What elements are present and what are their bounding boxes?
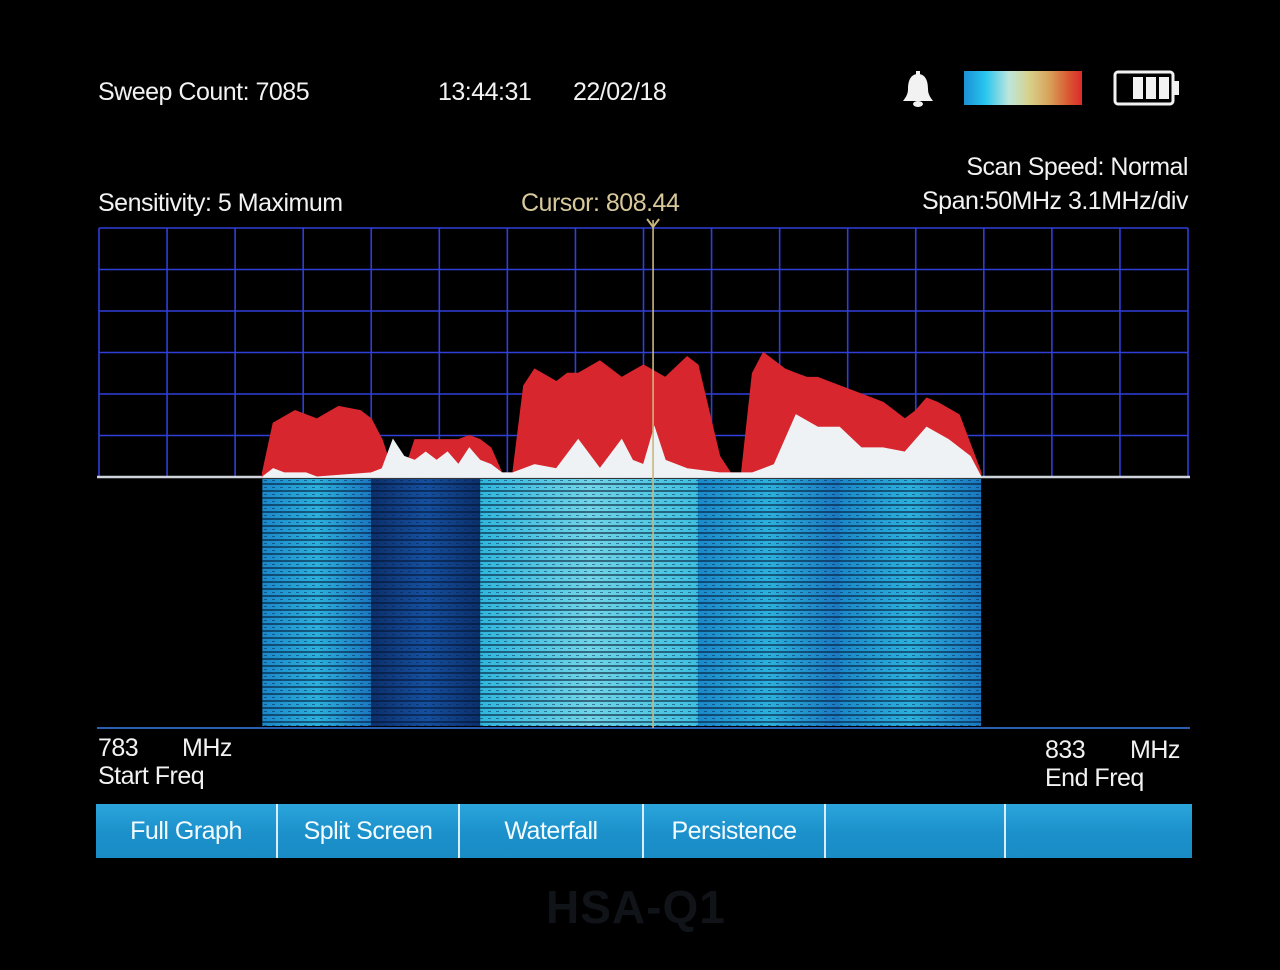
- persistence-button[interactable]: Persistence: [644, 804, 826, 858]
- battery-cell: [1133, 77, 1143, 99]
- waterfall-band: [371, 479, 481, 726]
- clock-date: 22/02/18: [573, 78, 667, 106]
- menu-slot-6-button[interactable]: [1006, 804, 1192, 858]
- sweep-count: Sweep Count: 7085: [98, 78, 310, 106]
- menu-slot-5-button[interactable]: [826, 804, 1006, 858]
- start-freq-value[interactable]: 783: [98, 734, 139, 763]
- cursor-readout: Cursor: 808.44: [521, 189, 680, 217]
- span-info: Span:50MHz 3.1MHz/div: [921, 187, 1189, 215]
- bell-icon[interactable]: [898, 70, 938, 110]
- battery-icon: [1113, 70, 1179, 106]
- start-freq-unit: MHz: [182, 734, 232, 762]
- cursor-marker[interactable]: [646, 218, 660, 728]
- cursor-marker-arrow: [646, 218, 660, 229]
- spectrum-average-area: [262, 414, 982, 478]
- waterfall: [262, 479, 982, 726]
- sensitivity: Sensitivity: 5 Maximum: [98, 189, 343, 217]
- end-freq-unit: MHz: [1130, 736, 1180, 764]
- waterfall-band: [480, 479, 698, 726]
- scan-speed: Scan Speed: Normal: [966, 153, 1188, 181]
- spectrum-peak-area: [261, 351, 982, 478]
- start-freq-label: Start Freq: [98, 762, 205, 790]
- waterfall-band-texture: [262, 479, 372, 726]
- display-mode-menu: Full Graph Split Screen Waterfall Persis…: [96, 804, 1192, 858]
- split-screen-button[interactable]: Split Screen: [278, 804, 460, 858]
- color-scale-icon: [964, 71, 1082, 105]
- spectrum-grid: [97, 227, 1190, 729]
- end-freq-value[interactable]: 833: [1045, 736, 1086, 765]
- waterfall-button[interactable]: Waterfall: [460, 804, 644, 858]
- model-name: HSA-Q1: [546, 881, 726, 933]
- waterfall-band-texture: [480, 479, 698, 726]
- waterfall-band: [839, 479, 982, 726]
- clock-time: 13:44:31: [438, 78, 532, 106]
- waterfall-band-texture: [371, 479, 481, 726]
- battery-cell: [1146, 77, 1156, 99]
- waterfall-band: [262, 479, 372, 726]
- waterfall-band: [697, 479, 840, 726]
- battery-cell: [1159, 77, 1169, 99]
- spectrum-trace: [261, 351, 982, 478]
- waterfall-band-texture: [697, 479, 840, 726]
- full-graph-button[interactable]: Full Graph: [96, 804, 278, 858]
- waterfall-band-texture: [839, 479, 982, 726]
- end-freq-label: End Freq: [1045, 764, 1144, 792]
